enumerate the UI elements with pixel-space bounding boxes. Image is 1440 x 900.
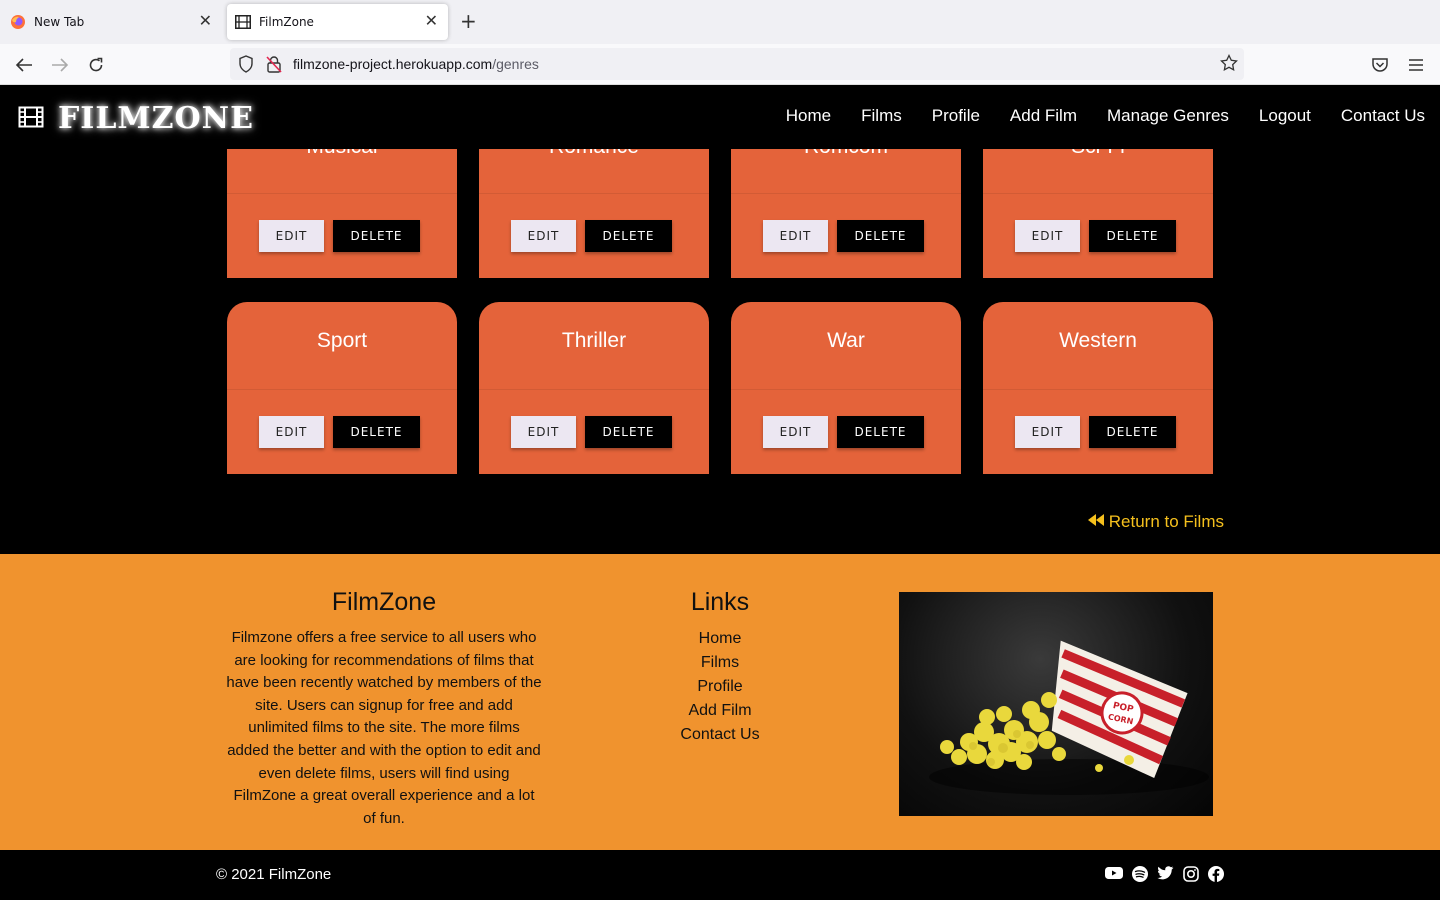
delete-genre-button[interactable]: DELETE bbox=[333, 416, 420, 448]
facebook-icon[interactable] bbox=[1208, 866, 1224, 882]
edit-genre-button[interactable]: EDIT bbox=[511, 220, 576, 252]
card-divider bbox=[731, 389, 961, 390]
footer-link-add-film[interactable]: Add Film bbox=[620, 699, 820, 723]
card-divider bbox=[227, 389, 457, 390]
back-arrow-icon[interactable] bbox=[11, 52, 37, 78]
menu-item-films[interactable]: Films bbox=[861, 106, 902, 126]
forward-arrow-icon[interactable] bbox=[47, 52, 73, 78]
tab-new-tab[interactable]: New Tab ✕ bbox=[0, 4, 222, 40]
delete-genre-button[interactable]: DELETE bbox=[837, 416, 924, 448]
menu-item-contact-us[interactable]: Contact Us bbox=[1341, 106, 1425, 126]
genre-card: Romance EDIT DELETE bbox=[479, 149, 709, 278]
close-tab-icon[interactable]: ✕ bbox=[425, 13, 438, 29]
genre-card: Sport EDIT DELETE bbox=[227, 302, 457, 474]
return-link-label: Return to Films bbox=[1108, 512, 1224, 531]
genre-name: Romcom bbox=[731, 149, 961, 159]
site-footer: FilmZone Filmzone offers a free service … bbox=[0, 554, 1440, 850]
footer-about-title: FilmZone bbox=[331, 588, 437, 616]
genre-name: Romance bbox=[479, 149, 709, 159]
genre-card: Musical EDIT DELETE bbox=[227, 149, 457, 278]
footer-link-contact-us[interactable]: Contact Us bbox=[620, 723, 820, 747]
tab-title: New Tab bbox=[34, 15, 85, 29]
film-icon bbox=[235, 14, 251, 30]
site-header: FILMZONE Home Films Profile Add Film Man… bbox=[0, 85, 1440, 149]
footer-link-profile[interactable]: Profile bbox=[620, 675, 820, 699]
delete-genre-button[interactable]: DELETE bbox=[585, 416, 672, 448]
url-bar[interactable]: filmzone-project.herokuapp.com/genres bbox=[230, 48, 1244, 80]
card-divider bbox=[479, 389, 709, 390]
delete-genre-button[interactable]: DELETE bbox=[1089, 416, 1176, 448]
menu-item-logout[interactable]: Logout bbox=[1259, 106, 1311, 126]
card-divider bbox=[731, 193, 961, 194]
edit-genre-button[interactable]: EDIT bbox=[511, 416, 576, 448]
copyright-bar: © 2021 FilmZone bbox=[0, 850, 1440, 900]
twitter-icon[interactable] bbox=[1157, 866, 1174, 882]
return-to-films-link[interactable]: Return to Films bbox=[1087, 512, 1224, 532]
card-divider bbox=[227, 193, 457, 194]
genre-name: Sport bbox=[316, 329, 368, 352]
genre-name: Sci-Fi bbox=[983, 149, 1213, 159]
url-host: filmzone-project.herokuapp.com bbox=[293, 56, 493, 72]
edit-genre-button[interactable]: EDIT bbox=[1015, 220, 1080, 252]
card-divider bbox=[983, 389, 1213, 390]
close-tab-icon[interactable]: ✕ bbox=[199, 13, 212, 29]
genre-name: War bbox=[827, 329, 865, 352]
genre-name: Musical bbox=[227, 149, 457, 159]
bookmark-star-icon[interactable] bbox=[1220, 53, 1238, 76]
backward-icon bbox=[1087, 512, 1109, 532]
hamburger-menu-icon[interactable] bbox=[1403, 52, 1429, 78]
menu-item-manage-genres[interactable]: Manage Genres bbox=[1107, 106, 1229, 126]
logo-text: FILMZONE bbox=[58, 101, 254, 136]
browser-nav-bar: filmzone-project.herokuapp.com/genres bbox=[0, 44, 1440, 85]
reload-icon[interactable] bbox=[83, 52, 109, 78]
footer-links-title: Links bbox=[690, 588, 750, 616]
browser-tab-bar: New Tab ✕ FilmZone ✕ + bbox=[0, 0, 1440, 44]
footer-link-home[interactable]: Home bbox=[620, 627, 820, 651]
footer-links: Links Home Films Profile Add Film Contac… bbox=[620, 588, 820, 747]
footer-link-films[interactable]: Films bbox=[620, 651, 820, 675]
edit-genre-button[interactable]: EDIT bbox=[259, 220, 324, 252]
footer-about: FilmZone Filmzone offers a free service … bbox=[226, 588, 542, 830]
footer-about-text: Filmzone offers a free service to all us… bbox=[226, 629, 542, 827]
genre-card: Romcom EDIT DELETE bbox=[731, 149, 961, 278]
genre-card: Thriller EDIT DELETE bbox=[479, 302, 709, 474]
site-logo[interactable]: FILMZONE bbox=[18, 101, 254, 136]
edit-genre-button[interactable]: EDIT bbox=[259, 416, 324, 448]
genre-card: Sci-Fi EDIT DELETE bbox=[983, 149, 1213, 278]
card-divider bbox=[479, 193, 709, 194]
menu-item-home[interactable]: Home bbox=[786, 106, 831, 126]
tab-title: FilmZone bbox=[259, 15, 314, 29]
url-path: /genres bbox=[492, 56, 539, 72]
menu-item-profile[interactable]: Profile bbox=[932, 106, 980, 126]
delete-genre-button[interactable]: DELETE bbox=[837, 220, 924, 252]
copyright-text: © 2021 FilmZone bbox=[216, 866, 332, 883]
edit-genre-button[interactable]: EDIT bbox=[763, 416, 828, 448]
menu-item-add-film[interactable]: Add Film bbox=[1010, 106, 1077, 126]
genre-name: Thriller bbox=[561, 329, 627, 352]
genres-content: Musical EDIT DELETE Romance EDIT DELETE … bbox=[0, 149, 1440, 554]
social-links bbox=[1096, 866, 1224, 882]
genre-card: War EDIT DELETE bbox=[731, 302, 961, 474]
genre-card: Western EDIT DELETE bbox=[983, 302, 1213, 474]
shield-icon[interactable] bbox=[238, 55, 254, 77]
tab-filmzone[interactable]: FilmZone ✕ bbox=[227, 4, 448, 40]
main-menu: Home Films Profile Add Film Manage Genre… bbox=[756, 106, 1425, 126]
firefox-icon bbox=[10, 14, 26, 30]
delete-genre-button[interactable]: DELETE bbox=[333, 220, 420, 252]
spotify-icon[interactable] bbox=[1132, 866, 1148, 882]
new-tab-plus-icon[interactable]: + bbox=[460, 11, 477, 31]
delete-genre-button[interactable]: DELETE bbox=[585, 220, 672, 252]
url-text: filmzone-project.herokuapp.com/genres bbox=[293, 56, 539, 72]
delete-genre-button[interactable]: DELETE bbox=[1089, 220, 1176, 252]
film-icon bbox=[18, 106, 44, 132]
pocket-icon[interactable] bbox=[1367, 52, 1393, 78]
youtube-icon[interactable] bbox=[1105, 866, 1123, 882]
popcorn-image: POP CORN bbox=[899, 592, 1213, 816]
insecure-lock-icon[interactable] bbox=[266, 55, 282, 77]
edit-genre-button[interactable]: EDIT bbox=[763, 220, 828, 252]
instagram-icon[interactable] bbox=[1183, 866, 1199, 882]
edit-genre-button[interactable]: EDIT bbox=[1015, 416, 1080, 448]
genre-name: Western bbox=[1059, 329, 1137, 352]
card-divider bbox=[983, 193, 1213, 194]
